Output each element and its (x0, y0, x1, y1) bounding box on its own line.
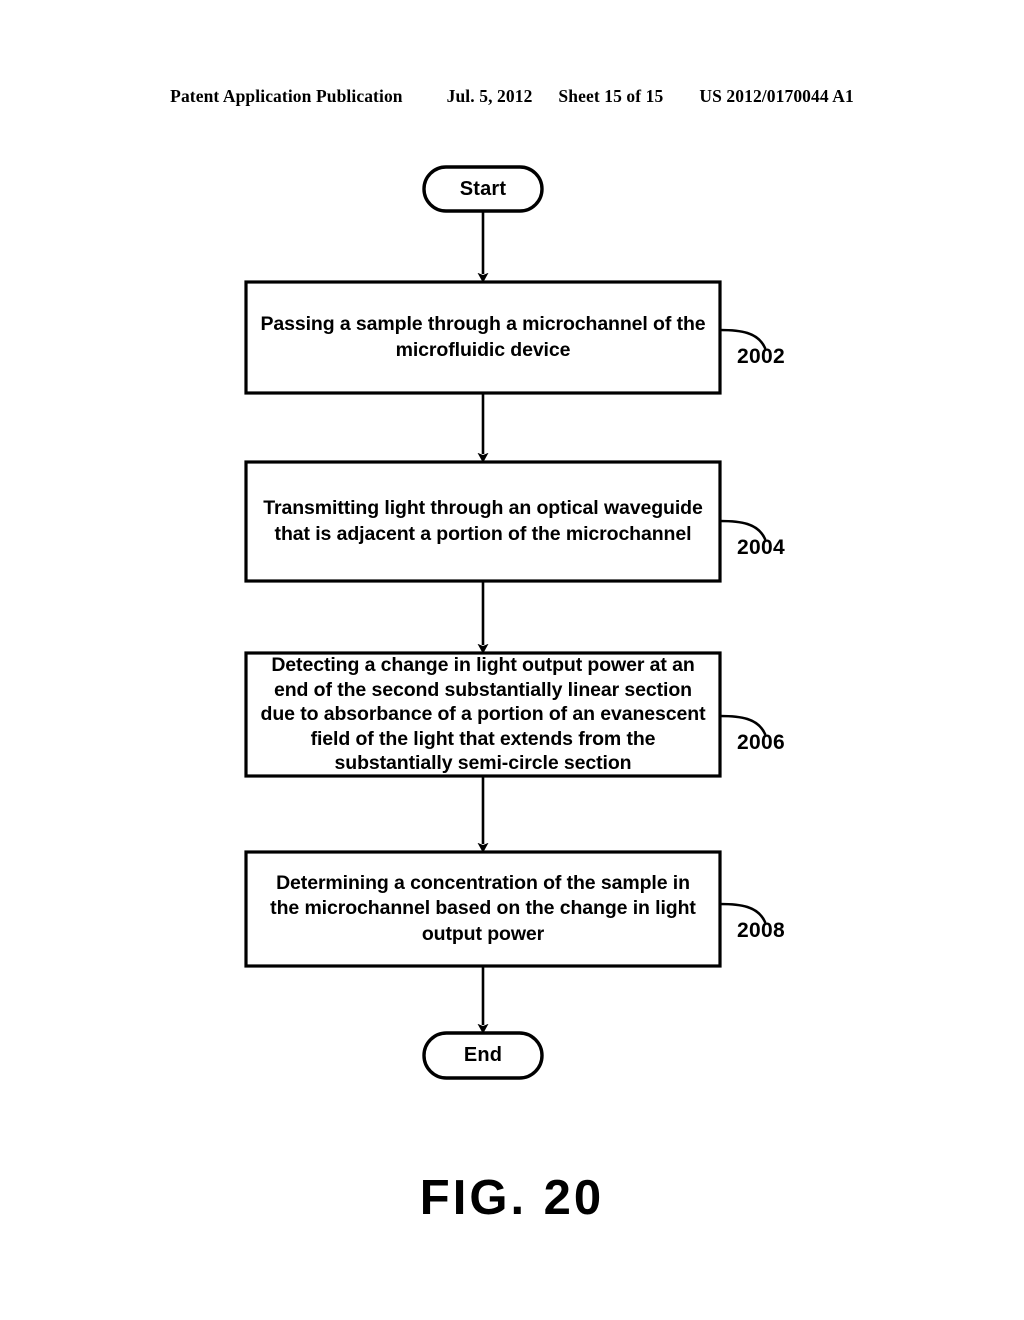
ref-numeral-2008: 2008 (737, 919, 785, 942)
node-step-2006-shape (244, 651, 722, 778)
node-step-2002-shape (244, 280, 722, 395)
node-end-shape (422, 1031, 544, 1080)
node-step-2008-shape (244, 850, 722, 968)
flowchart-diagram: Start Passing a sample through a microch… (0, 0, 1024, 1320)
node-start-shape (422, 165, 544, 213)
ref-numeral-2006: 2006 (737, 731, 785, 754)
ref-numeral-2002: 2002 (737, 345, 785, 368)
ref-numeral-2004: 2004 (737, 536, 785, 559)
flowchart-canvas (244, 165, 767, 1080)
figure-caption: FIG. 20 (419, 1171, 605, 1225)
node-step-2004-shape (244, 460, 722, 583)
